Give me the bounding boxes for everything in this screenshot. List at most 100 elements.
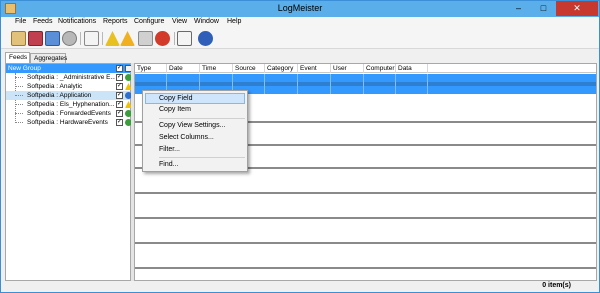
- column-event[interactable]: Event: [300, 65, 317, 72]
- tab-aggregates[interactable]: Aggregates: [30, 53, 67, 63]
- column-date[interactable]: Date: [169, 65, 183, 72]
- tree-item-label: Softpedia : Application: [27, 92, 92, 99]
- feed-tree: New Group ✓ Softpedia : _Administrative …: [5, 63, 132, 281]
- row-divider: [264, 74, 265, 94]
- minimize-button[interactable]: –: [506, 1, 531, 16]
- maximize-button[interactable]: □: [531, 1, 556, 16]
- tree-connector: [15, 77, 23, 78]
- feed-checkbox[interactable]: ✓: [116, 92, 123, 99]
- checklist-icon[interactable]: [84, 31, 99, 46]
- menu-notifications[interactable]: Notifications: [58, 18, 96, 25]
- feed-checkbox[interactable]: ✓: [116, 83, 123, 90]
- menu-copy-view-settings[interactable]: Copy View Settings...: [159, 121, 225, 131]
- row-divider: [330, 74, 331, 94]
- tree-connector: [15, 122, 23, 123]
- menu-filter[interactable]: Filter...: [159, 145, 180, 155]
- menu-file[interactable]: File: [15, 18, 26, 25]
- toolbar: [1, 29, 599, 49]
- tree-item-label: Softpedia : ForwardedEvents: [27, 110, 111, 117]
- column-computer[interactable]: Computer: [366, 65, 395, 72]
- menu-view[interactable]: View: [172, 18, 187, 25]
- warning-filter-icon[interactable]: [105, 31, 120, 46]
- column-separator[interactable]: [199, 64, 200, 73]
- column-time[interactable]: Time: [202, 65, 216, 72]
- menu-reports[interactable]: Reports: [103, 18, 128, 25]
- table-row-selected[interactable]: [135, 74, 596, 82]
- row-separator: [135, 267, 596, 269]
- column-separator[interactable]: [363, 64, 364, 73]
- menu-bar: File Feeds Notifications Reports Configu…: [1, 17, 599, 29]
- column-separator[interactable]: [297, 64, 298, 73]
- status-bar: 0 item(s): [1, 282, 599, 292]
- menu-copy-field[interactable]: Copy Field: [159, 94, 192, 104]
- tree-connector: [15, 86, 23, 87]
- row-divider: [427, 74, 428, 94]
- menu-configure[interactable]: Configure: [134, 18, 164, 25]
- tree-item-selected[interactable]: Softpedia : Application ✓: [6, 91, 132, 100]
- column-separator[interactable]: [264, 64, 265, 73]
- tree-group-label: New Group: [8, 65, 41, 72]
- menu-window[interactable]: Window: [194, 18, 219, 25]
- add-window-icon[interactable]: [177, 31, 192, 46]
- column-separator[interactable]: [232, 64, 233, 73]
- menu-separator: [159, 157, 245, 158]
- column-separator[interactable]: [330, 64, 331, 73]
- row-divider: [363, 74, 364, 94]
- row-separator: [135, 217, 596, 219]
- column-data[interactable]: Data: [398, 65, 412, 72]
- grid-header: Type Date Time Source Category Event Use…: [135, 64, 596, 73]
- error-filter-icon[interactable]: [138, 31, 153, 46]
- row-divider: [297, 74, 298, 94]
- refresh-icon[interactable]: [62, 31, 77, 46]
- row-separator: [135, 242, 596, 244]
- tree-item[interactable]: Softpedia : _Administrative E... ✓: [6, 73, 132, 82]
- title-bar[interactable]: LogMeister – □ ✕: [1, 1, 599, 17]
- column-category[interactable]: Category: [267, 65, 293, 72]
- tree-connector: [15, 104, 23, 105]
- feed-checkbox[interactable]: ✓: [116, 74, 123, 81]
- app-window: LogMeister – □ ✕ File Feeds Notification…: [0, 0, 600, 293]
- column-user[interactable]: User: [333, 65, 347, 72]
- tree-item[interactable]: Softpedia : Els_Hyphenation... ✓: [6, 100, 132, 109]
- menu-copy-item[interactable]: Copy Item: [159, 105, 191, 115]
- tab-feeds[interactable]: Feeds: [5, 52, 30, 63]
- tree-item-label: Softpedia : Analytic: [27, 83, 83, 90]
- menu-find[interactable]: Find...: [159, 160, 178, 170]
- row-divider: [395, 74, 396, 94]
- menu-select-columns[interactable]: Select Columns...: [159, 133, 214, 143]
- column-type[interactable]: Type: [137, 65, 151, 72]
- open-icon[interactable]: [28, 31, 43, 46]
- column-separator[interactable]: [395, 64, 396, 73]
- warning-alert-icon[interactable]: [120, 31, 135, 46]
- menu-feeds[interactable]: Feeds: [33, 18, 52, 25]
- item-count: 0 item(s): [542, 282, 571, 289]
- toolbar-separator: [102, 32, 103, 45]
- tree-connector: [15, 113, 23, 114]
- help-icon[interactable]: [198, 31, 213, 46]
- new-feed-icon[interactable]: [11, 31, 26, 46]
- group-checkbox[interactable]: ✓: [116, 65, 123, 72]
- delete-icon[interactable]: [155, 31, 170, 46]
- tree-group-row[interactable]: New Group ✓: [6, 64, 132, 73]
- tree-item-label: Softpedia : _Administrative E...: [27, 74, 115, 81]
- column-separator[interactable]: [427, 64, 428, 73]
- close-button[interactable]: ✕: [556, 1, 598, 16]
- toolbar-separator: [80, 32, 81, 45]
- toolbar-separator: [174, 32, 175, 45]
- tree-item[interactable]: Softpedia : Analytic ✓: [6, 82, 132, 91]
- tree-connector: [15, 95, 23, 96]
- row-separator: [135, 192, 596, 194]
- context-menu: Copy Field Copy Item Copy View Settings.…: [142, 90, 248, 172]
- tree-item[interactable]: Softpedia : HardwareEvents ✓: [6, 118, 132, 127]
- tree-item-label: Softpedia : HardwareEvents: [27, 119, 108, 126]
- column-source[interactable]: Source: [235, 65, 256, 72]
- tree-item[interactable]: Softpedia : ForwardedEvents ✓: [6, 109, 132, 118]
- feed-checkbox[interactable]: ✓: [116, 101, 123, 108]
- menu-help[interactable]: Help: [227, 18, 241, 25]
- feed-checkbox[interactable]: ✓: [116, 119, 123, 126]
- feed-checkbox[interactable]: ✓: [116, 110, 123, 117]
- tree-item-label: Softpedia : Els_Hyphenation...: [27, 101, 115, 108]
- column-separator[interactable]: [166, 64, 167, 73]
- properties-icon[interactable]: [45, 31, 60, 46]
- menu-separator: [159, 118, 245, 119]
